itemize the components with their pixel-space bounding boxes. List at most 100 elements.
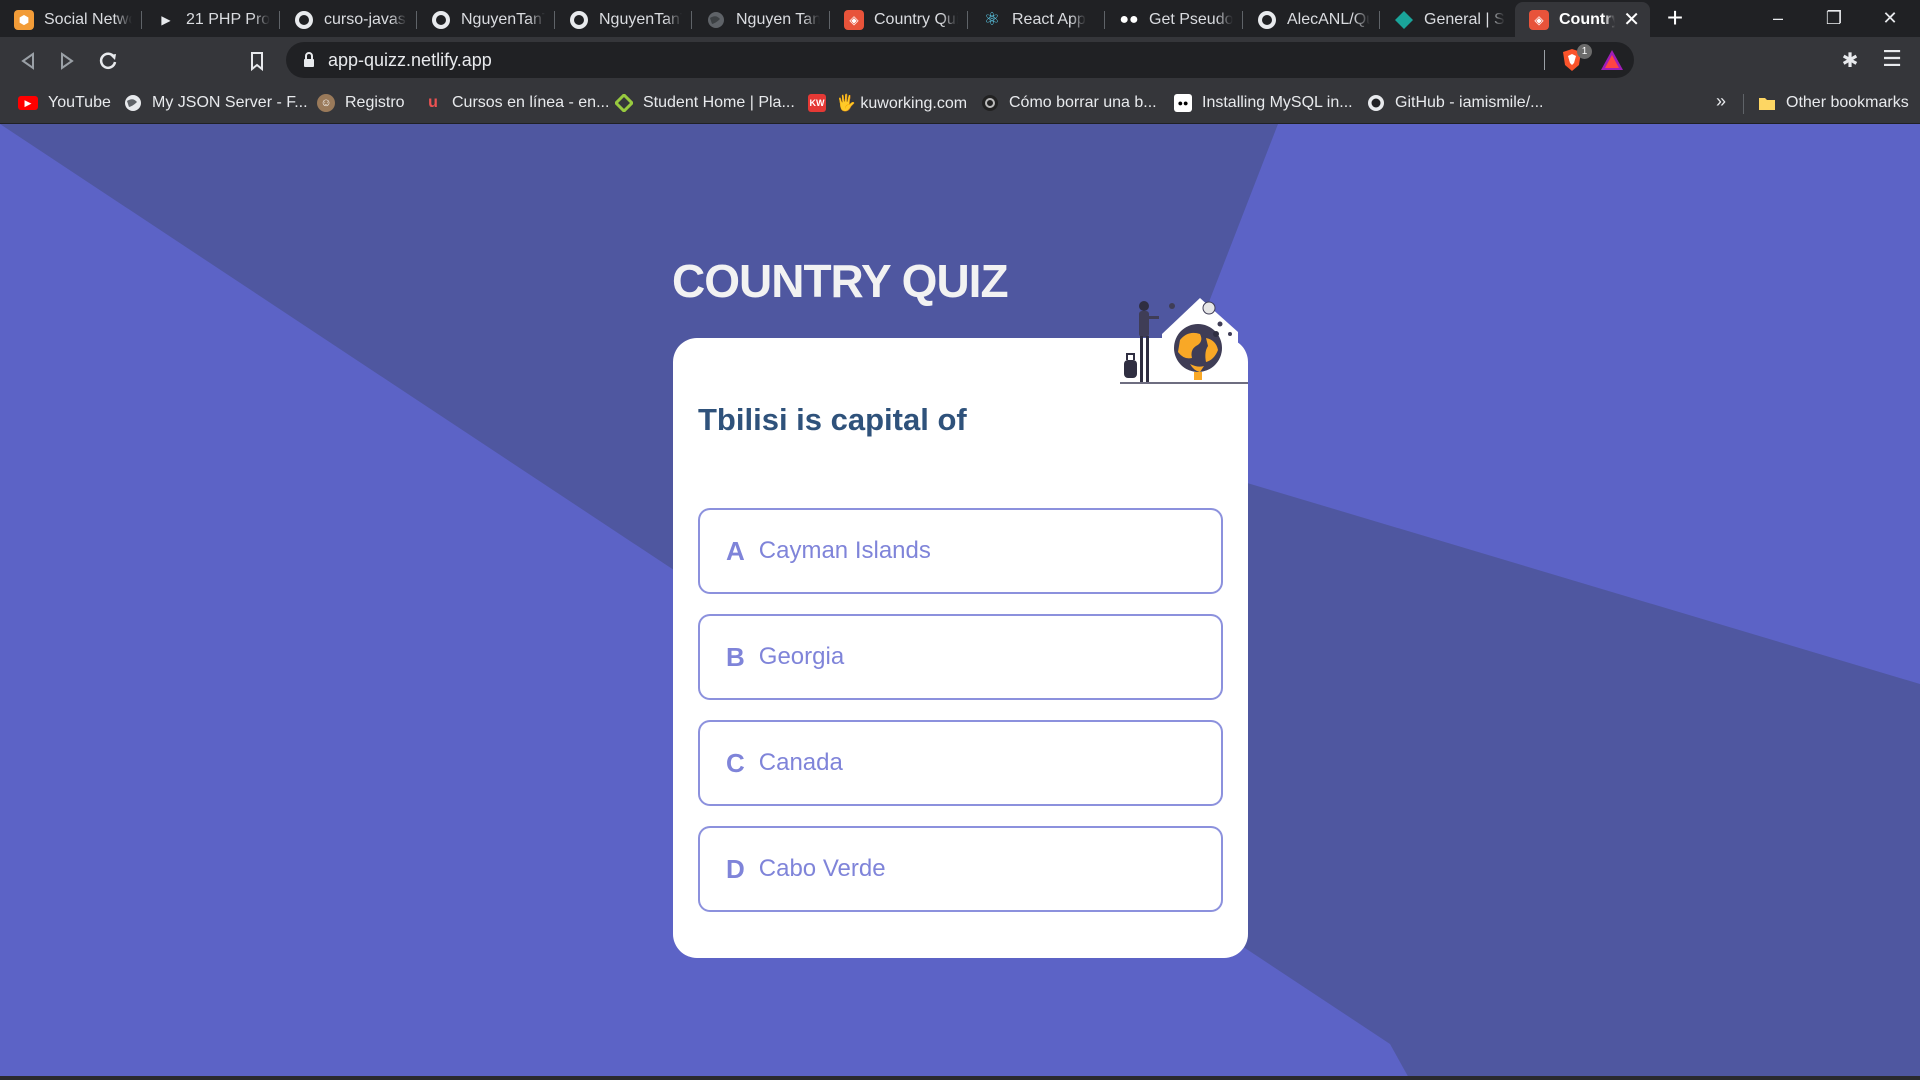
bookmark-udemy[interactable]: u Cursos en línea - en... bbox=[424, 91, 609, 115]
restore-button[interactable]: ❐ bbox=[1806, 0, 1862, 37]
bookmark-github-iamismile[interactable]: GitHub - iamismile/... bbox=[1367, 91, 1543, 115]
reload-icon bbox=[99, 52, 117, 69]
bookmarks-separator bbox=[1743, 94, 1744, 114]
traveler-globe-illustration bbox=[1120, 298, 1248, 384]
folder-icon bbox=[1758, 94, 1776, 112]
bookmarks-bar: ▶ YouTube My JSON Server - F... ☺ Regist… bbox=[0, 83, 1920, 124]
minimize-button[interactable]: – bbox=[1750, 0, 1806, 37]
tab-general-site[interactable]: General | Site bbox=[1380, 2, 1515, 37]
option-text: Canada bbox=[758, 749, 843, 776]
page-viewport: COUNTRY QUIZ Tbilisi is capital of A Cay… bbox=[0, 124, 1920, 1080]
quiz-title: COUNTRY QUIZ bbox=[672, 255, 1009, 307]
globe-icon bbox=[706, 10, 726, 30]
extensions-icon[interactable]: ✱ bbox=[1838, 48, 1862, 72]
forward-button[interactable] bbox=[52, 46, 82, 76]
more-bookmarks-button[interactable]: » bbox=[1716, 91, 1726, 112]
brave-rewards-icon bbox=[1601, 50, 1623, 70]
tab-nguyentanth-1[interactable]: NguyenTanTh bbox=[417, 2, 555, 37]
option-letter: D bbox=[726, 853, 745, 884]
tab-get-pseudo[interactable]: ●● Get Pseudo el bbox=[1105, 2, 1243, 37]
circle-icon bbox=[981, 94, 999, 112]
reload-button[interactable] bbox=[93, 46, 123, 76]
answer-option-c[interactable]: C Canada bbox=[698, 720, 1223, 806]
forward-arrow-icon bbox=[61, 52, 74, 70]
other-bookmarks-folder[interactable]: Other bookmarks bbox=[1758, 91, 1909, 115]
address-bar[interactable]: app-quizz.netlify.app 1 bbox=[286, 42, 1634, 78]
bookmark-como-borrar[interactable]: Cómo borrar una b... bbox=[981, 91, 1157, 115]
tab-alecanl-quiz[interactable]: AlecANL/Quiz bbox=[1243, 2, 1380, 37]
option-letter: B bbox=[726, 641, 745, 672]
tab-title: Nguyen Tan T bbox=[736, 10, 820, 28]
tab-title: curso-javascri bbox=[324, 10, 407, 28]
udemy-icon: u bbox=[428, 94, 438, 111]
back-button[interactable] bbox=[13, 46, 43, 76]
tab-title: AlecANL/Quiz bbox=[1287, 10, 1370, 28]
github-icon bbox=[294, 10, 314, 30]
medium-icon: ●● bbox=[1174, 94, 1192, 112]
github-icon bbox=[1367, 94, 1385, 112]
github-icon bbox=[1257, 10, 1277, 30]
tab-country-quiz-active[interactable]: ◈ Country Q ✕ bbox=[1515, 2, 1650, 37]
bookmark-label: Cómo borrar una b... bbox=[1009, 94, 1157, 111]
bookmark-platzi[interactable]: Student Home | Pla... bbox=[615, 91, 795, 115]
back-arrow-icon bbox=[21, 52, 34, 70]
omnibox-divider bbox=[1544, 50, 1545, 70]
close-tab-icon[interactable]: ✕ bbox=[1623, 7, 1640, 32]
kw-icon: KW bbox=[808, 94, 826, 112]
new-tab-button[interactable]: + bbox=[1660, 3, 1690, 35]
orange-hexagon-icon: ⬢ bbox=[14, 9, 34, 30]
bookmark-registro[interactable]: ☺ Registro bbox=[317, 91, 405, 115]
tab-title: General | Site bbox=[1424, 10, 1505, 28]
bookmark-json-server[interactable]: My JSON Server - F... bbox=[124, 91, 308, 115]
bookmark-youtube[interactable]: ▶ YouTube bbox=[18, 91, 111, 115]
tab-title: Get Pseudo el bbox=[1149, 10, 1233, 28]
bookmark-label: YouTube bbox=[48, 94, 111, 111]
option-text: Georgia bbox=[758, 643, 845, 670]
tab-nguyentanth-2[interactable]: NguyenTanTh bbox=[555, 2, 692, 37]
bookmark-label: Registro bbox=[345, 94, 405, 111]
tab-title: Country Q bbox=[1559, 10, 1616, 28]
tab-social-network[interactable]: ⬢ Social Networ bbox=[0, 2, 142, 37]
bookmark-kuworking[interactable]: KW 🖐 kuworking.com bbox=[808, 91, 967, 115]
option-letter: C bbox=[726, 747, 745, 778]
tab-title: Social Networ bbox=[44, 10, 132, 28]
bookmark-page-button[interactable] bbox=[242, 46, 272, 76]
play-icon: ▶ bbox=[161, 12, 171, 27]
bookmark-label: GitHub - iamismile/... bbox=[1395, 94, 1544, 111]
github-icon bbox=[569, 10, 589, 30]
option-letter: A bbox=[726, 535, 745, 566]
diamond-icon bbox=[1394, 10, 1414, 30]
bookmark-label: My JSON Server - F... bbox=[152, 94, 308, 111]
bookmark-label: 🖐 kuworking.com bbox=[836, 95, 968, 112]
bookmark-label: Student Home | Pla... bbox=[643, 94, 795, 111]
question-text: Tbilisi is capital of bbox=[698, 402, 967, 437]
tab-php-projects[interactable]: ▶ 21 PHP Projec bbox=[142, 2, 280, 37]
menu-icon[interactable]: ☰ bbox=[1880, 46, 1904, 74]
netlify-icon: ◈ bbox=[844, 9, 864, 30]
youtube-icon: ▶ bbox=[18, 96, 38, 110]
netlify-icon: ◈ bbox=[1529, 9, 1549, 30]
browser-toolbar: app-quizz.netlify.app 1 ✱ ☰ bbox=[0, 37, 1920, 83]
taskbar-edge bbox=[0, 1076, 1920, 1080]
medium-icon: ●● bbox=[1119, 10, 1139, 28]
platzi-icon bbox=[615, 94, 633, 112]
close-window-button[interactable]: ✕ bbox=[1862, 0, 1918, 37]
tab-title: NguyenTanTh bbox=[599, 10, 682, 28]
bookmark-label: Other bookmarks bbox=[1786, 94, 1909, 111]
bookmark-icon bbox=[251, 52, 263, 72]
tab-title: React App bbox=[1012, 10, 1086, 28]
answer-option-a[interactable]: A Cayman Islands bbox=[698, 508, 1223, 594]
answer-option-d[interactable]: D Cabo Verde bbox=[698, 826, 1223, 912]
option-text: Cabo Verde bbox=[758, 855, 886, 882]
lock-icon bbox=[304, 52, 314, 67]
bookmark-installing-mysql[interactable]: ●● Installing MySQL in... bbox=[1174, 91, 1353, 115]
tab-title: Country Quiz bbox=[874, 10, 958, 28]
answer-option-b[interactable]: B Georgia bbox=[698, 614, 1223, 700]
tab-curso-javascript[interactable]: curso-javascri bbox=[280, 2, 417, 37]
tab-react-app[interactable]: ⚛ React App bbox=[968, 2, 1105, 37]
tab-country-quiz-1[interactable]: ◈ Country Quiz bbox=[830, 2, 968, 37]
tab-strip: ⬢ Social Networ ▶ 21 PHP Projec curso-ja… bbox=[0, 0, 1920, 37]
tab-title: 21 PHP Projec bbox=[186, 10, 270, 28]
tab-nguyen-tan[interactable]: Nguyen Tan T bbox=[692, 2, 830, 37]
url-text: app-quizz.netlify.app bbox=[328, 50, 492, 70]
